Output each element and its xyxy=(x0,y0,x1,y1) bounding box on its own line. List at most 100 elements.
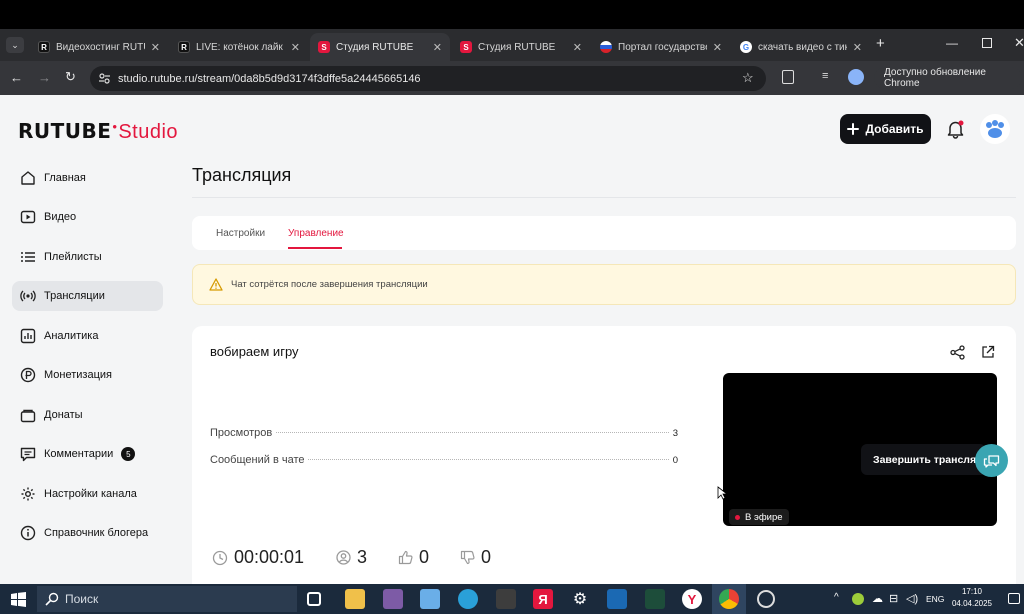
end-stream-button[interactable]: Завершить трансляцию xyxy=(861,444,986,475)
close-icon[interactable]: ✕ xyxy=(291,41,300,54)
page: RUTUBE•Studio Добавить Главная Видео Пле… xyxy=(0,95,1024,584)
sidebar-item-label: Настройки канала xyxy=(44,488,137,500)
stat-value: 3 xyxy=(672,428,678,439)
edge-icon[interactable] xyxy=(458,589,478,609)
close-icon[interactable]: ✕ xyxy=(573,41,582,54)
stream-duration: 00:00:01 xyxy=(212,547,304,568)
bookmark-star-icon[interactable]: ☆ xyxy=(742,70,754,86)
profile-avatar[interactable] xyxy=(848,69,864,85)
live-status-badge: В эфире xyxy=(729,509,789,525)
windows-start-icon[interactable] xyxy=(11,592,26,607)
sidebar-item-video[interactable]: Видео xyxy=(12,202,163,232)
sidebar-item-comments[interactable]: Комментарии 5 xyxy=(12,439,163,469)
chat-support-button[interactable] xyxy=(975,444,1008,477)
file-explorer-icon[interactable] xyxy=(345,589,365,609)
close-icon[interactable]: ✕ xyxy=(713,41,722,54)
browser-tab-5[interactable]: Портал государствен ✕ xyxy=(592,33,730,61)
taskbar-clock[interactable]: 17:10 04.04.2025 xyxy=(950,586,994,610)
chrome-update-button[interactable]: Доступно обновление Chrome xyxy=(874,67,1022,89)
notifications-icon[interactable] xyxy=(1008,593,1020,604)
sidebar-item-donations[interactable]: Донаты xyxy=(12,400,163,430)
page-title: Трансляция xyxy=(192,165,292,185)
address-bar[interactable]: studio.rutube.ru/stream/0da8b5d9d3174f3d… xyxy=(90,66,766,91)
tab-management[interactable]: Управление xyxy=(288,228,344,239)
thumbs-down-icon xyxy=(460,550,475,565)
add-label: Добавить xyxy=(865,122,924,136)
tab-settings[interactable]: Настройки xyxy=(216,228,265,239)
sidebar-item-broadcasts[interactable]: Трансляции xyxy=(12,281,163,311)
new-tab-plus-icon[interactable]: + xyxy=(876,35,885,52)
sidebar-item-playlists[interactable]: Плейлисты xyxy=(12,242,163,272)
settings-gear-icon[interactable]: ⚙ xyxy=(570,589,590,609)
stream-dislikes: 0 xyxy=(460,547,491,568)
google-icon: G xyxy=(740,41,752,53)
broadcast-icon xyxy=(20,290,36,302)
viewers-value: 3 xyxy=(357,547,368,567)
sidebar: Главная Видео Плейлисты Трансляции Анали… xyxy=(0,163,180,584)
volume-icon[interactable]: ◁) xyxy=(906,592,918,605)
browser-tab-2[interactable]: R LIVE: котёнок лайк с ✕ xyxy=(170,33,308,61)
close-icon[interactable]: ✕ xyxy=(433,41,442,54)
external-link-icon[interactable] xyxy=(981,345,995,359)
tab-title: Портал государствен xyxy=(618,41,707,53)
tray-icon-2[interactable]: ☁ xyxy=(872,592,883,605)
sidebar-item-monetization[interactable]: Монетизация xyxy=(12,360,163,390)
bell-icon[interactable] xyxy=(947,120,964,139)
game-app-icon[interactable] xyxy=(496,589,516,609)
browser-tab-6[interactable]: G скачать видео с тик ✕ xyxy=(732,33,870,61)
browser-tab-4[interactable]: S Студия RUTUBE ✕ xyxy=(452,33,590,61)
live-label: В эфире xyxy=(745,511,783,523)
tray-app-icon[interactable] xyxy=(852,593,864,605)
sidebar-item-channel-settings[interactable]: Настройки канала xyxy=(12,479,163,509)
rutube-studio-icon: S xyxy=(318,41,330,53)
minimize-icon[interactable]: — xyxy=(946,36,958,50)
task-view-icon[interactable] xyxy=(307,592,321,606)
forward-arrow-icon[interactable]: → xyxy=(38,70,51,85)
top-black-bar xyxy=(0,0,1024,29)
info-icon xyxy=(20,525,36,541)
steam-icon[interactable] xyxy=(607,589,627,609)
add-button[interactable]: Добавить xyxy=(840,114,931,144)
reload-icon[interactable]: ↻ xyxy=(65,69,76,85)
back-arrow-icon[interactable]: ← xyxy=(10,70,23,85)
sidebar-item-label: Главная xyxy=(44,172,86,184)
browser-tab-3-active[interactable]: S Студия RUTUBE ✕ xyxy=(310,33,450,61)
winrar-icon[interactable] xyxy=(383,589,403,609)
window-close-icon[interactable]: ✕ xyxy=(1014,35,1024,51)
recorder-icon[interactable] xyxy=(757,590,775,608)
likes-value: 0 xyxy=(419,547,430,567)
gear-icon xyxy=(21,487,35,501)
thumbs-up-icon xyxy=(398,550,413,565)
sidebar-item-label: Донаты xyxy=(44,409,83,421)
stream-likes: 0 xyxy=(398,547,429,568)
close-icon[interactable]: ✕ xyxy=(853,41,862,54)
tab-search-button[interactable]: ⌄ xyxy=(6,37,24,53)
chevron-up-icon[interactable]: ^ xyxy=(834,592,839,603)
sidebar-item-analytics[interactable]: Аналитика xyxy=(12,321,163,351)
user-avatar[interactable] xyxy=(980,114,1010,144)
yandex-icon[interactable]: Я xyxy=(533,589,553,609)
taskbar-search[interactable]: Поиск xyxy=(37,586,297,612)
analytics-icon xyxy=(20,328,36,344)
sidebar-item-label: Комментарии xyxy=(44,448,114,460)
extensions-icon[interactable] xyxy=(782,70,794,84)
browser-tab-1[interactable]: R Видеохостинг RUTUBE ✕ xyxy=(30,33,168,61)
url-text: studio.rutube.ru/stream/0da8b5d9d3174f3d… xyxy=(118,72,421,85)
close-icon[interactable]: ✕ xyxy=(151,41,160,54)
language-indicator[interactable]: ENG xyxy=(926,594,944,604)
duration-value: 00:00:01 xyxy=(234,547,305,567)
stream-viewers: 3 xyxy=(336,547,367,568)
share-icon[interactable] xyxy=(950,345,965,360)
yandex-browser-icon[interactable]: Y xyxy=(682,589,702,609)
site-settings-icon[interactable] xyxy=(98,72,111,85)
chrome-taskbar-active[interactable] xyxy=(712,584,746,614)
mail-app-icon[interactable] xyxy=(420,589,440,609)
media-app-icon[interactable] xyxy=(645,589,665,609)
sidebar-item-blogger-guide[interactable]: Справочник блогера xyxy=(12,518,163,548)
rutube-studio-logo[interactable]: RUTUBE•Studio xyxy=(18,119,178,144)
home-icon xyxy=(21,171,35,185)
media-controls-icon[interactable]: ≡ xyxy=(822,70,828,82)
sidebar-item-home[interactable]: Главная xyxy=(12,163,163,193)
network-icon[interactable]: ⊟ xyxy=(889,592,898,605)
maximize-icon[interactable] xyxy=(982,38,992,48)
